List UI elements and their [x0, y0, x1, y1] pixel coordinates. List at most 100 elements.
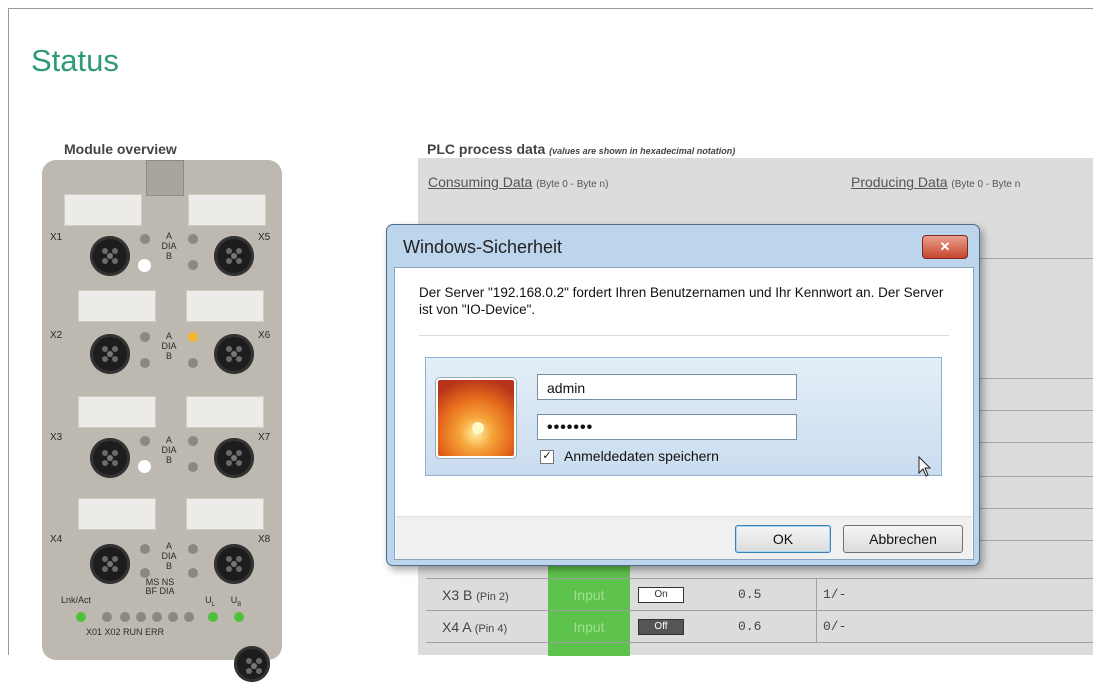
- port-name: X3: [50, 432, 63, 443]
- led-label-a: A: [165, 541, 172, 551]
- producing-data-link[interactable]: Producing Data: [851, 174, 948, 190]
- channel-value-cell: Off: [630, 611, 692, 643]
- remember-credentials-row[interactable]: ✓ Anmeldedaten speichern: [540, 448, 719, 465]
- producing-header: Producing Data (Byte 0 - Byte n: [851, 174, 1020, 190]
- led-label-a: A: [165, 331, 172, 341]
- row-divider: [976, 476, 1093, 477]
- led: [152, 612, 162, 622]
- led: [140, 358, 150, 368]
- led: [208, 612, 218, 622]
- divider: [419, 335, 949, 336]
- connector: [214, 236, 254, 276]
- mouse-cursor-icon: [918, 456, 932, 477]
- table-row-partial: [426, 642, 1093, 656]
- led: [140, 544, 150, 554]
- state-badge: Off: [638, 619, 684, 635]
- cancel-button[interactable]: Abbrechen: [843, 525, 963, 553]
- channel-name: X4 A (Pin 4): [426, 611, 546, 643]
- port-label-plate: [188, 194, 266, 226]
- connector: [234, 646, 270, 682]
- status-label-ub: UB: [228, 596, 244, 610]
- led-label-dia: DIA: [161, 445, 177, 455]
- led: [188, 260, 198, 270]
- status-label-bf-dia: BF DIA: [145, 586, 175, 596]
- user-avatar-flower-icon: [436, 378, 516, 458]
- row-divider: [976, 508, 1093, 509]
- port-label-plate: [186, 498, 264, 530]
- led: [140, 234, 150, 244]
- led: [76, 612, 86, 622]
- module-device: X1 X5 A DIA B X2 X6 A DIA B X3 X7 A DIA …: [42, 160, 282, 682]
- led: [102, 612, 112, 622]
- channel-number: 0.5: [738, 587, 762, 602]
- port-name: X5: [258, 232, 271, 243]
- led: [188, 462, 198, 472]
- consuming-range: (Byte 0 - Byte n): [536, 179, 609, 190]
- led: [140, 332, 150, 342]
- consuming-data-link[interactable]: Consuming Data: [428, 174, 532, 190]
- status-label-lnk: Lnk/Act: [60, 595, 91, 605]
- connector: [90, 334, 130, 374]
- channel-label: X4 A: [442, 619, 471, 635]
- connector: [214, 334, 254, 374]
- password-field[interactable]: •••••••: [537, 414, 797, 440]
- ok-button[interactable]: OK: [735, 525, 831, 553]
- table-row: X4 A (Pin 4) Input Off 0.6 0/-: [426, 610, 1093, 643]
- led: [188, 358, 198, 368]
- led: [188, 568, 198, 578]
- dialog-message: Der Server "192.168.0.2" fordert Ihren B…: [419, 285, 944, 317]
- port-name: X4: [50, 534, 63, 545]
- port-label-plate: [64, 194, 142, 226]
- port-name: X1: [50, 232, 63, 243]
- port-label-plate: [186, 396, 264, 428]
- connector: [90, 236, 130, 276]
- port-label-plate: [186, 290, 264, 322]
- port-label-plate: [78, 498, 156, 530]
- row-divider: [976, 258, 1093, 259]
- led: [234, 612, 244, 622]
- led: [188, 234, 198, 244]
- row-divider: [976, 378, 1093, 379]
- close-button[interactable]: ✕: [922, 235, 968, 259]
- row-divider: [976, 442, 1093, 443]
- status-label-ul: UL: [202, 596, 218, 610]
- port-name: X6: [258, 330, 271, 341]
- plc-title-text: PLC process data: [427, 141, 546, 157]
- flower-center: [472, 422, 484, 434]
- remember-checkbox[interactable]: ✓: [540, 450, 554, 465]
- port-name: X8: [258, 534, 271, 545]
- consuming-header: Consuming Data (Byte 0 - Byte n): [428, 174, 608, 190]
- connector: [90, 438, 130, 478]
- channel-pin: (Pin 2): [476, 591, 509, 603]
- led: [188, 332, 198, 342]
- connector: [214, 438, 254, 478]
- plc-title: PLC process data (values are shown in he…: [427, 141, 735, 157]
- ul-sub: L: [211, 601, 215, 608]
- channel-status: 1/-: [816, 579, 870, 611]
- dialog-title: Windows-Sicherheit: [403, 237, 563, 257]
- channel-type: Input: [548, 611, 630, 643]
- credential-tile: admin ••••••• ✓ Anmeldedaten speichern: [425, 357, 942, 477]
- channel-pin: (Pin 4): [474, 623, 508, 635]
- status-label-row2: X01 X02 RUN ERR: [86, 627, 165, 637]
- row-divider: [976, 540, 1093, 541]
- port-label-plate: [78, 290, 156, 322]
- row-divider: [976, 410, 1093, 411]
- plc-subtitle: (values are shown in hexadecimal notatio…: [549, 146, 736, 156]
- led: [188, 436, 198, 446]
- channel-name: X3 B (Pin 2): [426, 579, 546, 611]
- username-field[interactable]: admin: [537, 374, 797, 400]
- device-tab: [146, 160, 184, 196]
- led-label-b: B: [165, 251, 172, 261]
- state-badge: On: [638, 587, 684, 603]
- led-label-b: B: [165, 351, 172, 361]
- led-label-dia: DIA: [161, 551, 177, 561]
- channel-value-cell: On: [630, 579, 692, 611]
- dialog-footer: OK Abbrechen: [396, 516, 972, 559]
- led-label-dia: DIA: [161, 341, 177, 351]
- led: [120, 612, 130, 622]
- remember-label: Anmeldedaten speichern: [564, 448, 719, 464]
- type-cell: [548, 643, 630, 656]
- producing-range: (Byte 0 - Byte n: [951, 179, 1021, 190]
- page-title: Status: [31, 43, 119, 78]
